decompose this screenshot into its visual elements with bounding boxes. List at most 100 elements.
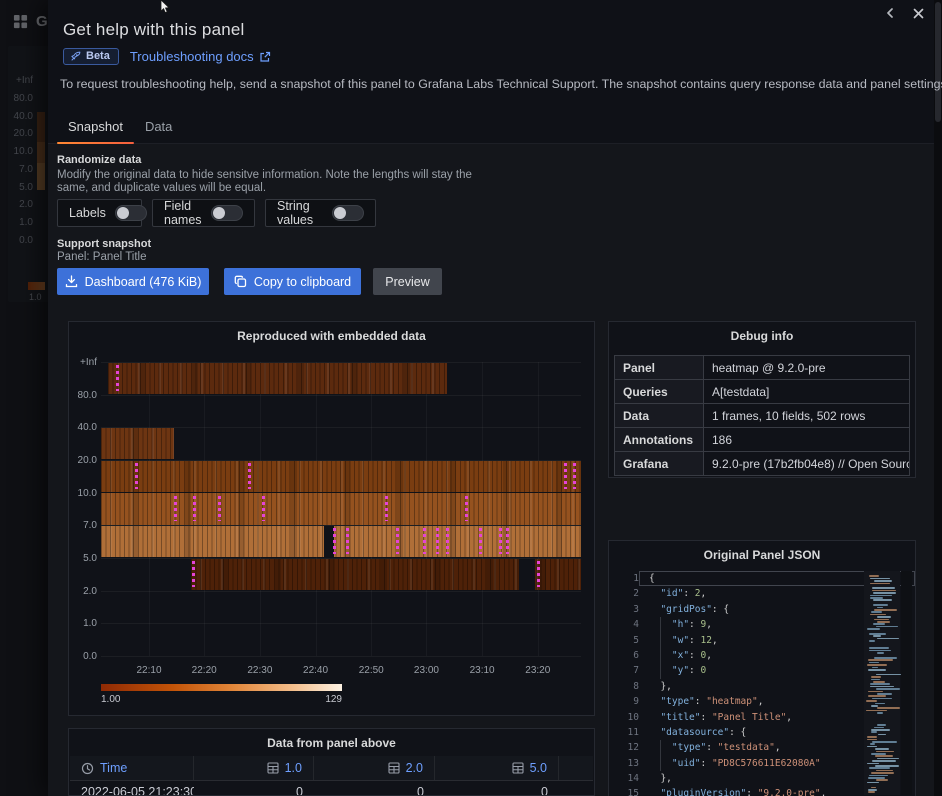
code-token: , [701,588,707,599]
minimap-line [876,779,888,781]
minimap-line [867,763,879,765]
copy-to-clipboard-button[interactable]: Copy to clipboard [224,268,361,295]
y-axis-label: 5.0 [69,553,97,564]
tab-data[interactable]: Data [134,113,183,144]
grid-icon [512,762,524,774]
debug-value: 186 [704,428,910,452]
code-text: "x": 0, [649,648,712,663]
annotation-marker [446,528,449,554]
minimap-line [877,724,886,726]
minimap-line [873,681,885,683]
debug-value: 1 frames, 10 fields, 502 rows [704,404,910,428]
minimap-line [871,729,889,731]
code-token: "uid" [672,758,701,769]
copy-icon [234,275,247,288]
debug-info-table: Panelheatmap @ 9.2.0-preQueriesA[testdat… [614,355,910,476]
code-token: { [649,573,655,584]
minimap-line [869,662,878,664]
tab-bar: Snapshot Data [57,113,183,144]
dashboard-download-button[interactable]: Dashboard (476 KiB) [57,268,209,295]
preview-button[interactable]: Preview [373,268,442,295]
y-axis-label: 0.0 [69,651,97,662]
drawer-scrollbar-thumb[interactable] [935,2,941,122]
x-axis-label: 22:50 [359,665,384,676]
minimap-line [866,700,877,702]
code-token: "type" [660,696,694,707]
line-number: 12 [611,740,649,755]
line-number: 13 [611,756,649,771]
minimap-line [868,669,887,671]
collapse-drawer-button[interactable] [882,5,898,21]
toggle-label: Field names [164,199,202,227]
code-token: : { [729,727,746,738]
column-header-5.0[interactable]: 5.0 [435,756,559,780]
heatmap-scale-max: 129 [325,694,342,705]
x-axis-label: 22:10 [136,665,161,676]
randomize-description-line2: same, and duplicate values will be equal… [57,182,266,194]
heatmap-plot-area[interactable] [101,362,581,656]
code-line: 8}, [611,679,863,694]
debug-label: Data [615,404,704,428]
y-axis-label: +Inf [69,357,97,368]
minimap-line [873,623,885,625]
toggle-switch[interactable] [332,205,364,221]
minimap-line [877,652,884,654]
minimap-line [868,691,883,693]
close-drawer-button[interactable] [910,5,926,21]
toggle-switch[interactable] [211,205,243,221]
line-number: 8 [611,679,649,694]
troubleshooting-docs-link[interactable]: Troubleshooting docs [130,49,271,64]
code-token: , [758,696,764,707]
code-line: 6"x": 0, [611,648,863,663]
column-header-2.0[interactable]: 2.0 [314,756,435,780]
code-token: : [746,788,757,796]
code-token: : [689,665,700,676]
tab-snapshot[interactable]: Snapshot [57,113,134,144]
code-token: 12 [701,635,712,646]
code-token: "w" [672,635,689,646]
minimap-line [874,619,889,621]
minimap-line [869,775,888,777]
drawer-scrollbar[interactable] [934,0,942,796]
minimap-line [871,731,877,733]
json-code-editor[interactable]: 1{2"id": 2,3"gridPos": {4"h": 9,5"w": 12… [611,571,863,796]
code-token: "testdata" [718,742,775,753]
column-header-1.0[interactable]: 1.0 [194,756,314,780]
annotation-marker [218,496,221,522]
minimap-line [869,767,890,769]
minimap-line [874,657,897,659]
minimap-line [870,597,884,599]
code-minimap[interactable] [864,571,900,795]
toggle-field-names[interactable]: Field names [152,199,255,227]
toggle-label: String values [277,199,323,227]
code-scrollbar[interactable] [901,571,912,795]
debug-value: 9.2.0-pre (17b2fb04e8) // Open Source [704,452,910,476]
minimap-line [872,760,896,762]
minimap-line [876,751,894,753]
code-text: "h": 9, [649,617,712,632]
minimap-line [871,611,882,613]
toggle-labels[interactable]: Labels [57,199,142,227]
drawer-description: To request troubleshooting help, send a … [60,77,942,91]
indent-guide [660,617,661,632]
debug-info-panel: Debug info Panelheatmap @ 9.2.0-preQueri… [608,321,916,478]
heatmap-chart[interactable]: +Inf80.040.020.010.07.05.02.01.00.022:10… [69,322,594,715]
toggle-string-values[interactable]: String values [265,199,376,227]
toggle-knob [334,207,346,219]
minimap-line [869,575,878,577]
heatmap-band [191,559,581,591]
debug-value: heatmap @ 9.2.0-pre [704,356,910,380]
minimap-line [876,688,899,690]
minimap-line [873,592,896,594]
code-token: "y" [672,665,689,676]
annotation-marker [465,496,468,522]
column-header-time[interactable]: Time [70,756,194,780]
minimap-line [868,659,892,661]
minimap-line [872,590,895,592]
y-axis-label: 80.0 [69,390,97,401]
code-token: }, [660,773,671,784]
minimap-line [870,743,875,745]
cell-time: 2022-06-05 21:23:30 [70,781,194,796]
toggle-switch[interactable] [115,205,147,221]
dashboard-download-label: Dashboard (476 KiB) [85,275,202,289]
